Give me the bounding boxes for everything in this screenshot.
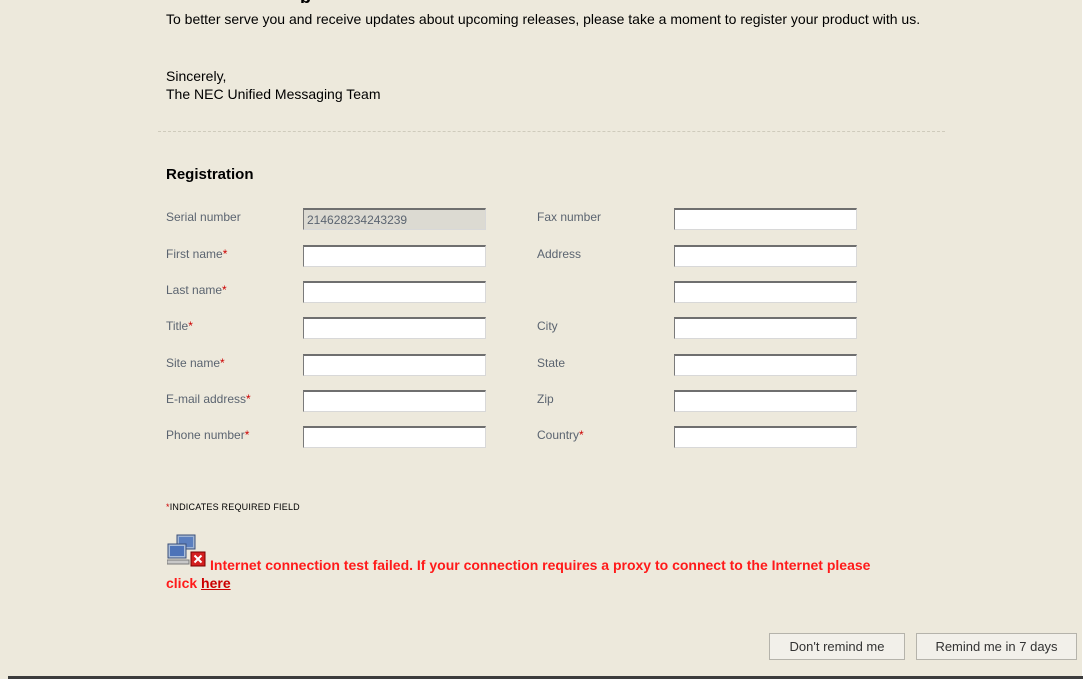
required-marker: *	[222, 247, 228, 261]
email-address-input[interactable]	[303, 390, 486, 412]
title-label: Title*	[166, 319, 193, 333]
serial-number-input[interactable]	[303, 208, 486, 230]
required-marker: *	[222, 283, 227, 297]
dont-remind-button[interactable]: Don't remind me	[769, 633, 905, 660]
required-marker: *	[188, 319, 193, 333]
required-field-note: *INDICATES REQUIRED FIELD	[166, 502, 300, 512]
site-name-input[interactable]	[303, 354, 486, 376]
serial-number-label: Serial number	[166, 210, 241, 224]
connection-error-message: Internet connection test failed. If your…	[166, 557, 871, 591]
address-line-1-input[interactable]	[674, 245, 857, 267]
intro-text: To better serve you and receive updates …	[166, 11, 921, 27]
signoff-line-1: Sincerely,	[166, 68, 227, 84]
city-input[interactable]	[674, 317, 857, 339]
first-name-input[interactable]	[303, 245, 486, 267]
proxy-settings-link[interactable]: here	[201, 575, 231, 591]
country-label: Country*	[537, 428, 584, 442]
fax-number-input[interactable]	[674, 208, 857, 230]
registration-title: Registration	[166, 166, 254, 183]
fax-number-label: Fax number	[537, 210, 602, 224]
last-name-input[interactable]	[303, 281, 486, 303]
state-input[interactable]	[674, 354, 857, 376]
section-divider	[158, 131, 945, 132]
zip-label: Zip	[537, 392, 554, 406]
signoff-line-2: The NEC Unified Messaging Team	[166, 86, 381, 102]
required-marker: *	[244, 428, 250, 442]
country-input[interactable]	[674, 426, 857, 448]
last-name-label: Last name*	[166, 283, 227, 297]
state-label: State	[537, 356, 566, 370]
title-input[interactable]	[303, 317, 486, 339]
phone-number-input[interactable]	[303, 426, 486, 448]
remind-in-7-days-button[interactable]: Remind me in 7 days	[916, 633, 1077, 660]
required-marker: *	[579, 428, 584, 442]
registration-page: p To better serve you and receive update…	[0, 0, 1083, 679]
site-name-label: Site name*	[166, 356, 225, 370]
required-marker: *	[220, 356, 225, 370]
clipped-heading: p	[300, 0, 420, 3]
city-label: City	[537, 319, 558, 333]
address-label: Address	[537, 247, 582, 261]
first-name-label: First name*	[166, 247, 228, 261]
address-line-2-input[interactable]	[674, 281, 857, 303]
email-address-label: E-mail address*	[166, 392, 251, 406]
zip-input[interactable]	[674, 390, 857, 412]
required-marker: *	[246, 392, 251, 406]
phone-number-label: Phone number*	[166, 428, 250, 442]
